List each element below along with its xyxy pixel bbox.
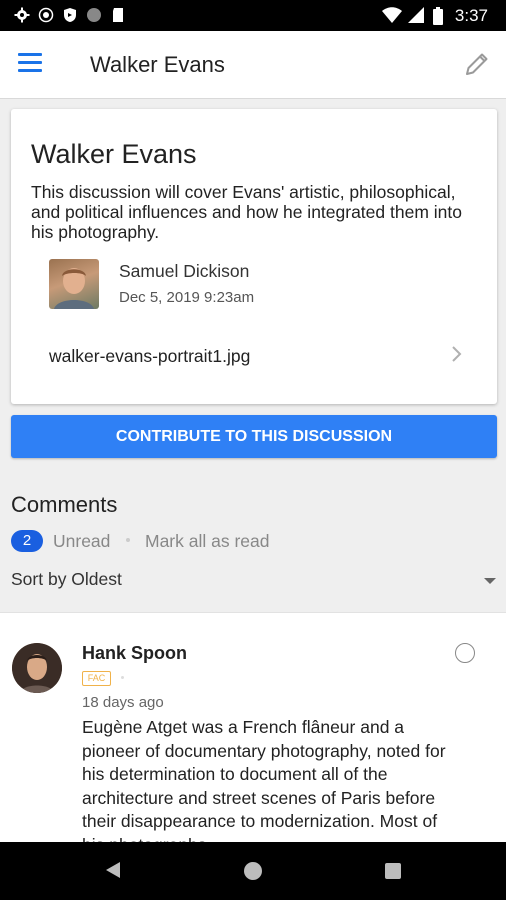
- author-name: Samuel Dickison: [119, 261, 250, 281]
- discussion-description: This discussion will cover Evans' artist…: [31, 182, 462, 242]
- contribute-button[interactable]: CONTRIBUTE TO THIS DISCUSSION: [11, 415, 497, 458]
- dropdown-caret-icon: [484, 578, 496, 584]
- signal-icon: [408, 7, 424, 23]
- comments-list: Hank Spoon FAC 18 days ago Eugène Atget …: [0, 612, 506, 844]
- discussion-title: Walker Evans: [31, 139, 197, 169]
- read-toggle-radio[interactable]: [455, 643, 475, 663]
- unread-count-badge: 2: [11, 530, 43, 552]
- system-nav-bar: [0, 842, 506, 900]
- separator-dot: [121, 676, 124, 679]
- sd-card-icon: [113, 8, 123, 22]
- home-icon[interactable]: [244, 862, 262, 880]
- author-avatar: [49, 259, 99, 309]
- sort-dropdown[interactable]: Sort by Oldest: [0, 562, 506, 598]
- comment-author: Hank Spoon: [82, 643, 188, 663]
- wifi-icon: [382, 7, 402, 23]
- pencil-icon[interactable]: [462, 49, 492, 79]
- role-badge: FAC: [82, 671, 111, 686]
- discussion-card: Walker Evans This discussion will cover …: [11, 109, 497, 404]
- author-date: Dec 5, 2019 9:23am: [119, 289, 255, 306]
- circle-icon: [87, 8, 101, 22]
- attachment-filename: walker-evans-portrait1.jpg: [49, 346, 251, 366]
- settings-icon: [14, 7, 30, 23]
- battery-icon: [433, 7, 443, 25]
- comment-body: Eugène Atget was a French flâneur and a …: [82, 717, 446, 844]
- attachment-row[interactable]: walker-evans-portrait1.jpg: [11, 334, 497, 376]
- page-title: Walker Evans: [90, 52, 225, 77]
- sort-label: Sort by Oldest: [11, 569, 122, 589]
- back-icon[interactable]: [106, 862, 120, 878]
- status-bar: 3:37: [0, 0, 506, 31]
- separator-dot: [126, 538, 130, 542]
- comment-timestamp: 18 days ago: [82, 694, 164, 711]
- comment-avatar: [12, 643, 62, 693]
- recents-icon[interactable]: [385, 863, 401, 879]
- hamburger-menu-icon[interactable]: [18, 53, 44, 75]
- shield-icon: [64, 8, 76, 22]
- comments-heading: Comments: [11, 492, 118, 517]
- unread-label: Unread: [53, 531, 111, 551]
- mark-all-read-button[interactable]: Mark all as read: [145, 531, 270, 552]
- status-time: 3:37: [454, 6, 488, 25]
- chevron-right-icon: [452, 346, 462, 362]
- app-bar: Walker Evans: [0, 31, 506, 99]
- aperture-icon: [38, 7, 54, 23]
